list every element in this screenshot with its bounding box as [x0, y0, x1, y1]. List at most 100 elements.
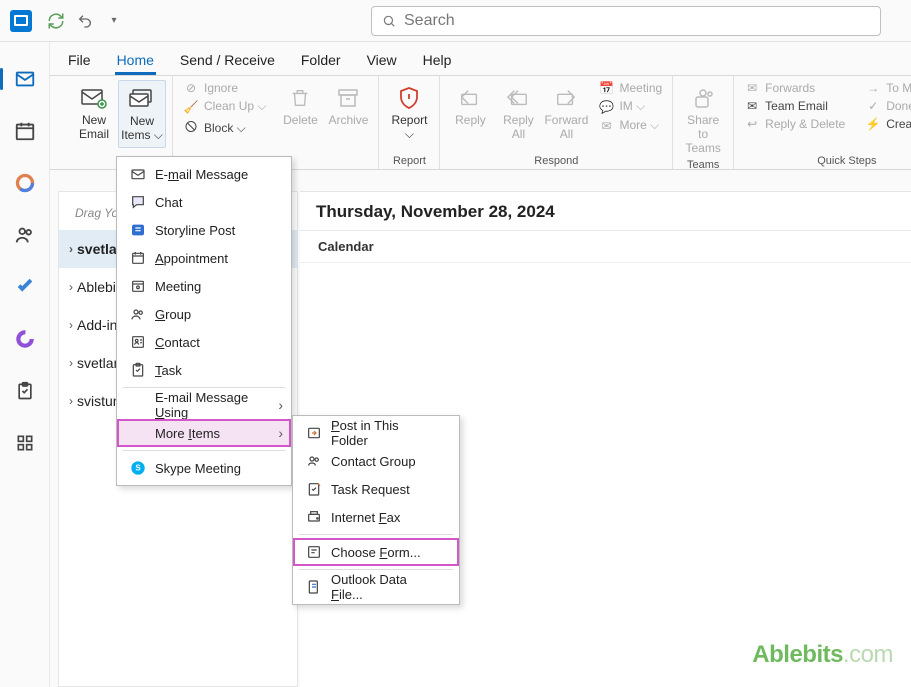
share-teams-button[interactable]: Share to Teams [679, 80, 727, 159]
undo-icon[interactable] [73, 9, 97, 33]
svg-text:S: S [135, 464, 141, 473]
menu-item-contact_group[interactable]: Contact Group [293, 447, 459, 475]
tab-home[interactable]: Home [115, 46, 156, 75]
menu-item-more_items[interactable]: More Items [117, 419, 291, 447]
menu-item-task[interactable]: Task [117, 356, 291, 384]
watermark: Ablebits.com [752, 641, 893, 669]
menu-item-meeting[interactable]: Meeting [117, 272, 291, 300]
rail-apps-icon[interactable] [12, 430, 38, 456]
rail-people-icon[interactable] [12, 222, 38, 248]
im-button[interactable]: 💬IM ⌵ [594, 98, 666, 115]
delete-icon [289, 84, 311, 112]
forward-icon [554, 84, 578, 112]
menu-item-label: Outlook Data File... [325, 572, 439, 602]
rail-tasks-icon[interactable] [12, 378, 38, 404]
mail-stack-icon [128, 85, 156, 113]
teams-icon [690, 84, 716, 112]
qs-done[interactable]: ✓Done [861, 98, 911, 114]
choose_form-icon [303, 544, 325, 560]
menu-item-label: Choose Form... [325, 545, 439, 560]
appointment-icon [127, 250, 149, 266]
contact_group-icon [303, 453, 325, 469]
sync-icon[interactable] [44, 9, 68, 33]
menu-item-label: E-mail Message Using [149, 390, 271, 420]
meeting-icon: 📅 [598, 81, 614, 95]
rail-mail-icon[interactable] [12, 66, 38, 92]
rail-calendar-icon[interactable] [12, 118, 38, 144]
menu-item-label: Chat [149, 195, 271, 210]
delete-button[interactable]: Delete [276, 80, 324, 132]
rail-todo-icon[interactable] [12, 274, 38, 300]
qs-forwards[interactable]: ✉Forwards [740, 80, 849, 96]
menu-separator [299, 534, 453, 535]
qat-dropdown-icon[interactable]: ▾ [102, 9, 126, 33]
tab-view[interactable]: View [365, 46, 399, 75]
menu-separator [299, 569, 453, 570]
reply-button[interactable]: Reply [446, 80, 494, 132]
arrow-right-icon: → [865, 81, 881, 95]
menu-item-label: More Items [149, 426, 271, 441]
ignore-button[interactable]: ⊘Ignore [179, 80, 270, 96]
menu-item-label: Task Request [325, 482, 439, 497]
new-items-button[interactable]: New Items ⌵ [118, 80, 166, 148]
new-email-button[interactable]: New Email [70, 80, 118, 146]
tab-file[interactable]: File [66, 46, 93, 75]
forward-small-icon: ✉ [744, 81, 760, 95]
menu-item-label: Contact [149, 335, 271, 350]
ribbon-group-quicksteps: ✉Forwards ✉Team Email ↩Reply & Delete →T… [734, 76, 911, 169]
report-button[interactable]: Report⌵ [385, 80, 433, 146]
menu-item-contact[interactable]: Contact [117, 328, 291, 356]
email-icon [127, 166, 149, 182]
rail-loop-icon[interactable] [12, 326, 38, 352]
menu-item-post_folder[interactable]: Post in This Folder [293, 419, 459, 447]
reply-all-button[interactable]: Reply All [494, 80, 542, 146]
menu-item-email_using[interactable]: E-mail Message Using [117, 391, 291, 419]
meeting-button[interactable]: 📅Meeting [594, 80, 666, 96]
search-input[interactable]: Search [371, 6, 881, 36]
ribbon-group-respond: Reply Reply All Forward All 📅Meeting 💬IM… [440, 76, 673, 169]
more-respond-button[interactable]: ✉More ⌵ [594, 117, 666, 134]
block-icon: 🛇 [183, 118, 199, 139]
menu-item-appointment[interactable]: Appointment [117, 244, 291, 272]
task-icon [127, 362, 149, 378]
qs-reply-delete[interactable]: ↩Reply & Delete [740, 116, 849, 132]
title-bar: ▾ Search [0, 0, 911, 42]
block-button[interactable]: 🛇Block ⌵ [179, 117, 270, 140]
menu-item-data_file[interactable]: Outlook Data File... [293, 573, 459, 601]
task_request-icon [303, 481, 325, 497]
menu-item-email[interactable]: E-mail Message [117, 160, 291, 188]
menu-item-storyline[interactable]: Storyline Post [117, 216, 291, 244]
menu-item-internet_fax[interactable]: Internet Fax [293, 503, 459, 531]
menu-item-label: Skype Meeting [149, 461, 271, 476]
cleanup-button[interactable]: 🧹Clean Up ⌵ [179, 98, 270, 115]
archive-button[interactable]: Archive [324, 80, 372, 132]
qs-create-new[interactable]: ⚡Create New [861, 116, 911, 132]
search-icon [382, 14, 396, 28]
forward-button[interactable]: Forward All [542, 80, 590, 146]
chevron-right-icon: › [69, 318, 73, 332]
more-items-submenu: Post in This FolderContact Group Task Req… [292, 415, 460, 605]
mail-plus-icon [80, 84, 108, 112]
menu-separator [123, 387, 285, 388]
menu-separator [123, 450, 285, 451]
contact-icon [127, 334, 149, 350]
qs-team-email[interactable]: ✉Team Email [740, 98, 849, 114]
tab-help[interactable]: Help [421, 46, 454, 75]
menu-item-skype[interactable]: S Skype Meeting [117, 454, 291, 482]
reply-icon [458, 84, 482, 112]
storyline-icon [127, 222, 149, 238]
menu-item-chat[interactable]: Chat [117, 188, 291, 216]
tab-folder[interactable]: Folder [299, 46, 343, 75]
calendar-section-header: Calendar [300, 231, 911, 263]
menu-item-task_request[interactable]: Task Request [293, 475, 459, 503]
outlook-app-icon [10, 10, 32, 32]
broom-icon: 🧹 [183, 100, 199, 114]
menu-item-choose_form[interactable]: Choose Form... [293, 538, 459, 566]
menu-item-label: Post in This Folder [325, 418, 439, 448]
rail-copilot-icon[interactable] [12, 170, 38, 196]
menu-item-label: Meeting [149, 279, 271, 294]
tab-send-receive[interactable]: Send / Receive [178, 46, 277, 75]
menu-item-group[interactable]: Group [117, 300, 291, 328]
ignore-icon: ⊘ [183, 81, 199, 95]
qs-to-manager[interactable]: →To Manager [861, 80, 911, 96]
